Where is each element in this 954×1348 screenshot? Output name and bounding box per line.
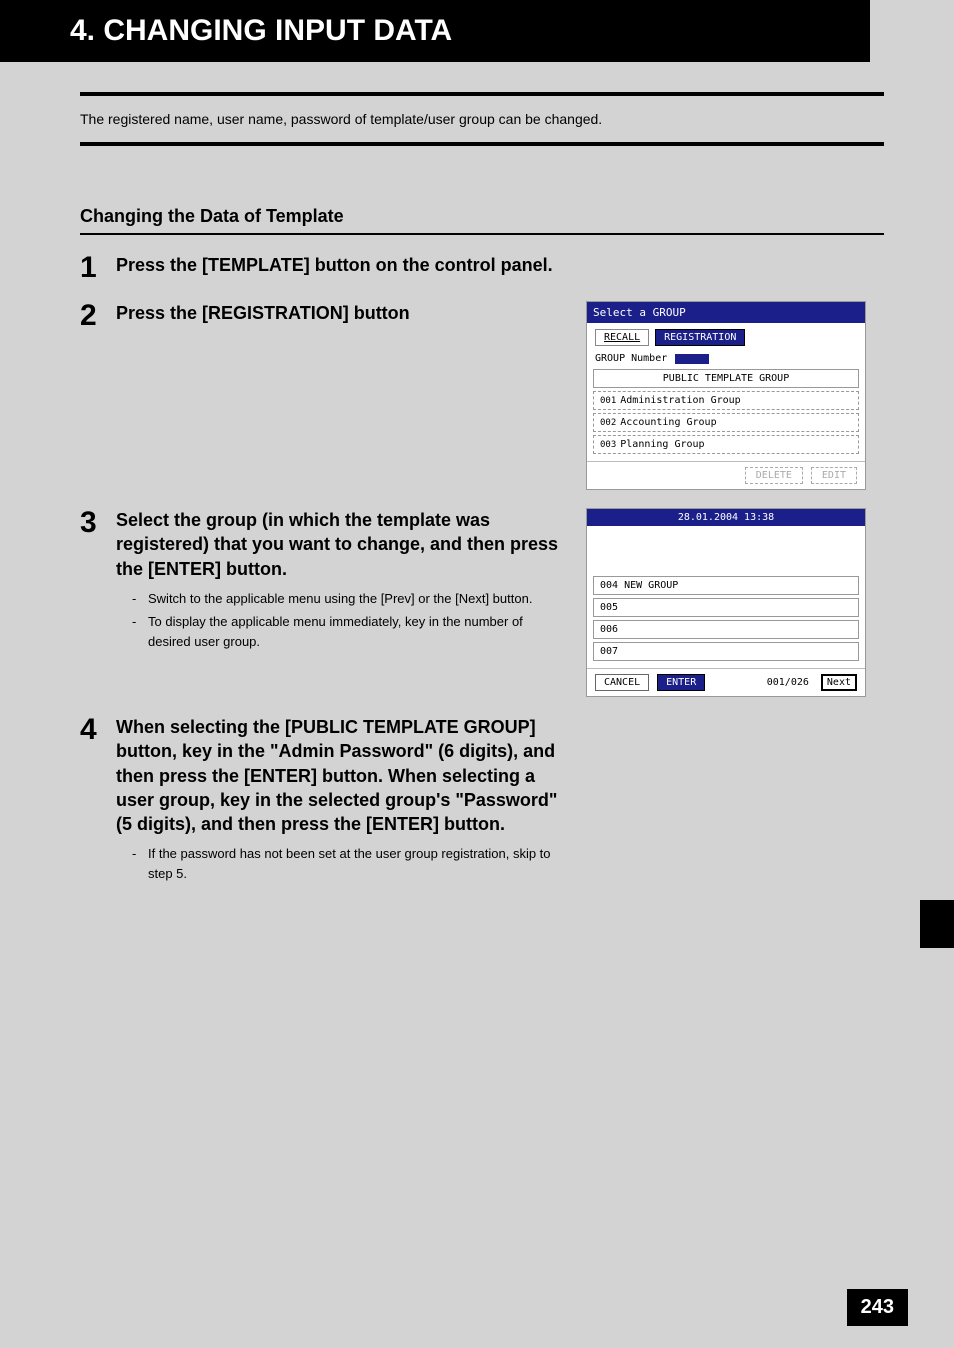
step-2-number: 2 — [80, 301, 116, 490]
delete-button[interactable]: DELETE — [745, 467, 803, 484]
section-title: Changing the Data of Template — [80, 206, 884, 235]
intro-rule — [80, 142, 884, 146]
group-row-002[interactable]: 002 Accounting Group — [593, 413, 859, 432]
step-2-title: Press the [REGISTRATION] button — [116, 301, 566, 325]
group-row-006[interactable]: 006 — [593, 620, 859, 639]
step-3-title: Select the group (in which the template … — [116, 508, 566, 581]
recall-tab[interactable]: RECALL — [595, 329, 649, 346]
group-row-007[interactable]: 007 — [593, 642, 859, 661]
enter-button[interactable]: ENTER — [657, 674, 705, 691]
figure-1-title: Select a GROUP — [587, 302, 865, 323]
registration-tab[interactable]: REGISTRATION — [655, 329, 745, 346]
chapter-title: 4. CHANGING INPUT DATA — [70, 14, 800, 48]
step-4: 4 When selecting the [PUBLIC TEMPLATE GR… — [80, 715, 884, 887]
step-4-number: 4 — [80, 715, 116, 887]
step-3-bullet-2: To display the applicable menu immediate… — [116, 612, 566, 651]
step-1-number: 1 — [80, 253, 116, 283]
page-number: 243 — [847, 1289, 908, 1326]
step-1: 1 Press the [TEMPLATE] button on the con… — [80, 253, 884, 283]
next-button[interactable]: Next — [821, 674, 857, 691]
group-row-004-num: 004 — [600, 580, 618, 591]
top-rule — [80, 92, 884, 96]
chapter-side-tab — [920, 900, 954, 948]
step-3-number: 3 — [80, 508, 116, 697]
edit-button[interactable]: EDIT — [811, 467, 857, 484]
group-row-004[interactable]: 004 NEW GROUP — [593, 576, 859, 595]
group-number-label: GROUP Number — [595, 353, 667, 364]
group-row-001[interactable]: 001 Administration Group — [593, 391, 859, 410]
step-4-bullet-1: If the password has not been set at the … — [116, 844, 566, 883]
group-row-005[interactable]: 005 — [593, 598, 859, 617]
public-template-group-button[interactable]: PUBLIC TEMPLATE GROUP — [593, 369, 859, 388]
cancel-button[interactable]: CANCEL — [595, 674, 649, 691]
chapter-header: 4. CHANGING INPUT DATA — [0, 0, 870, 62]
group-row-002-num: 002 — [600, 418, 616, 428]
group-row-002-label: Accounting Group — [620, 417, 716, 428]
step-3-bullet-1: Switch to the applicable menu using the … — [116, 589, 566, 609]
group-row-003[interactable]: 003 Planning Group — [593, 435, 859, 454]
group-row-003-label: Planning Group — [620, 439, 704, 450]
group-row-001-num: 001 — [600, 396, 616, 406]
step-1-title: Press the [TEMPLATE] button on the contr… — [116, 253, 566, 277]
step-4-title: When selecting the [PUBLIC TEMPLATE GROU… — [116, 715, 566, 836]
group-number-field[interactable] — [675, 354, 709, 364]
group-row-003-num: 003 — [600, 440, 616, 450]
figure-group-select: Select a GROUP RECALL REGISTRATION GROUP… — [586, 301, 866, 490]
figure-2-datetime: 28.01.2004 13:38 — [587, 509, 865, 526]
group-row-004-label: NEW GROUP — [624, 580, 678, 591]
page-content: The registered name, user name, password… — [0, 62, 954, 935]
pager-text: 001/026 — [767, 677, 809, 688]
group-row-001-label: Administration Group — [620, 395, 740, 406]
step-3: 3 Select the group (in which the templat… — [80, 508, 884, 697]
intro-text: The registered name, user name, password… — [80, 111, 884, 127]
step-2: 2 Press the [REGISTRATION] button Select… — [80, 301, 884, 490]
figure-group-page: 28.01.2004 13:38 004 NEW GROUP 005 006 0… — [586, 508, 866, 697]
